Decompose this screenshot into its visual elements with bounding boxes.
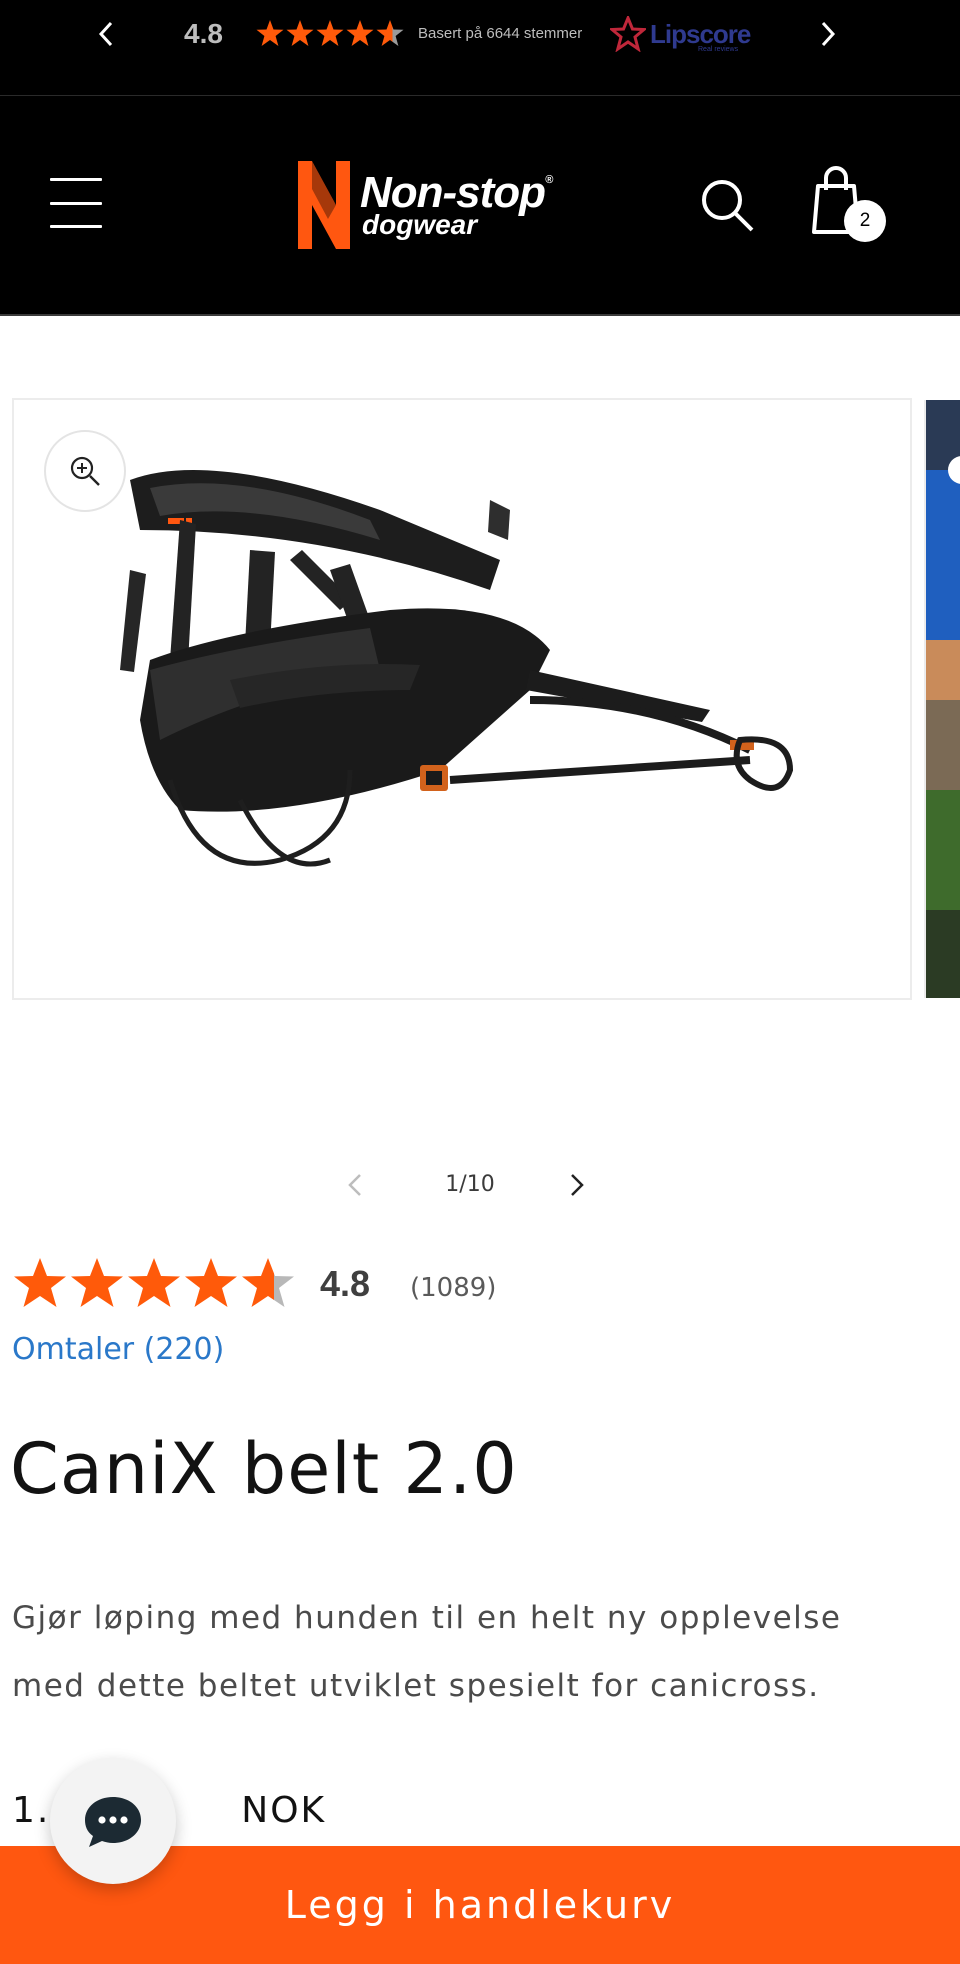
star-icon <box>256 20 404 46</box>
brand-mark-icon <box>298 161 350 249</box>
outdoor-photo-thumbnail <box>926 400 960 998</box>
chevron-right-icon <box>571 1174 584 1196</box>
product-title: CaniX belt 2.0 <box>10 1428 518 1510</box>
rating-count: (1089) <box>410 1273 497 1303</box>
gallery-prev-button[interactable] <box>330 1160 380 1210</box>
product-description: Gjør løping med hunden til en helt ny op… <box>12 1600 842 1704</box>
chevron-left-icon <box>348 1174 361 1196</box>
chevron-left-icon <box>98 21 113 47</box>
product-rating-stars[interactable] <box>12 1252 302 1312</box>
star-icon <box>14 1258 294 1307</box>
gallery-next-button[interactable] <box>552 1160 602 1210</box>
menu-line <box>50 225 102 228</box>
hamburger-menu-icon <box>50 178 102 181</box>
site-header: Non-stop® dogwear 2 <box>0 96 960 316</box>
chat-bubble-icon <box>85 1797 141 1847</box>
registered-mark: ® <box>545 174 553 186</box>
gallery-navigation: 1/10 <box>330 1160 610 1210</box>
cart-count-badge: 2 <box>844 200 886 242</box>
search-icon <box>702 180 754 232</box>
rating-banner: 4.8 Basert på 6644 stemmer Lipscore Real… <box>0 0 960 96</box>
next-product-image[interactable] <box>924 400 960 998</box>
chat-button[interactable] <box>50 1758 176 1884</box>
lipscore-star-icon <box>610 16 646 52</box>
menu-line <box>50 201 102 205</box>
gallery-counter: 1/10 <box>445 1172 495 1197</box>
hamburger-menu-button[interactable] <box>48 178 104 228</box>
banner-score: 4.8 <box>184 18 223 49</box>
reviews-link[interactable]: Omtaler (220) <box>12 1328 224 1372</box>
banner-next-button[interactable] <box>808 14 848 54</box>
search-button[interactable] <box>698 176 758 236</box>
zoom-button[interactable] <box>44 430 126 512</box>
chevron-right-icon <box>821 21 836 47</box>
banner-prev-button[interactable] <box>86 14 126 54</box>
banner-based-on: Basert på 6644 stemmer <box>418 25 583 42</box>
price-currency: NOK <box>241 1790 327 1831</box>
cart-button[interactable]: 2 <box>808 162 888 242</box>
lipscore-sub: Real reviews <box>698 46 739 53</box>
brand-logo[interactable]: Non-stop® dogwear <box>298 160 553 250</box>
banner-stars <box>256 17 406 51</box>
zoom-in-icon <box>70 456 100 486</box>
canix-belt-product-image <box>120 470 794 867</box>
lipscore-logo[interactable]: Lipscore Real reviews <box>610 14 751 54</box>
lipscore-name: Lipscore <box>650 18 751 49</box>
brand-wordmark: Non-stop® dogwear <box>360 171 553 239</box>
rating-score: 4.8 <box>320 1263 371 1304</box>
